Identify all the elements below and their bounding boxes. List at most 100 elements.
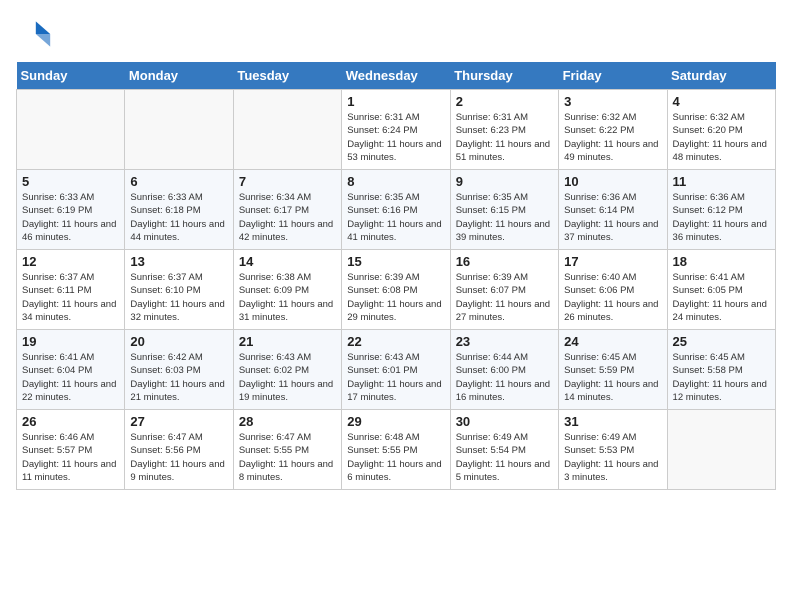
day-cell: 8 Sunrise: 6:35 AM Sunset: 6:16 PM Daylig… bbox=[342, 170, 450, 250]
day-cell: 10Sunrise: 6:36 AM Sunset: 6:14 PM Dayli… bbox=[559, 170, 667, 250]
weekday-header-sunday: Sunday bbox=[17, 62, 125, 90]
day-number: 13 bbox=[130, 254, 227, 269]
day-cell: 4 Sunrise: 6:32 AM Sunset: 6:20 PM Daylig… bbox=[667, 90, 775, 170]
day-info: Sunrise: 6:41 AM Sunset: 6:04 PM Dayligh… bbox=[22, 351, 119, 404]
day-number: 21 bbox=[239, 334, 336, 349]
day-cell: 22 Sunrise: 6:43 AM Sunset: 6:01 PM Dayli… bbox=[342, 330, 450, 410]
day-info: Sunrise: 6:39 AM Sunset: 6:08 PM Dayligh… bbox=[347, 271, 444, 324]
day-cell: 24 Sunrise: 6:45 AM Sunset: 5:59 PM Dayli… bbox=[559, 330, 667, 410]
day-number: 15 bbox=[347, 254, 444, 269]
weekday-header-monday: Monday bbox=[125, 62, 233, 90]
weekday-header-row: SundayMondayTuesdayWednesdayThursdayFrid… bbox=[17, 62, 776, 90]
day-number: 20 bbox=[130, 334, 227, 349]
day-info: Sunrise: 6:47 AM Sunset: 5:56 PM Dayligh… bbox=[130, 431, 227, 484]
day-info: Sunrise: 6:37 AM Sunset: 6:11 PM Dayligh… bbox=[22, 271, 119, 324]
day-number: 29 bbox=[347, 414, 444, 429]
week-row-3: 19 Sunrise: 6:41 AM Sunset: 6:04 PM Dayli… bbox=[17, 330, 776, 410]
day-cell: 29 Sunrise: 6:48 AM Sunset: 5:55 PM Dayli… bbox=[342, 410, 450, 490]
day-info: Sunrise: 6:41 AM Sunset: 6:05 PM Dayligh… bbox=[673, 271, 770, 324]
day-number: 1 bbox=[347, 94, 444, 109]
day-info: Sunrise: 6:39 AM Sunset: 6:07 PM Dayligh… bbox=[456, 271, 553, 324]
day-info: Sunrise: 6:43 AM Sunset: 6:02 PM Dayligh… bbox=[239, 351, 336, 404]
week-row-4: 26 Sunrise: 6:46 AM Sunset: 5:57 PM Dayli… bbox=[17, 410, 776, 490]
day-cell: 16 Sunrise: 6:39 AM Sunset: 6:07 PM Dayli… bbox=[450, 250, 558, 330]
day-info: Sunrise: 6:31 AM Sunset: 6:23 PM Dayligh… bbox=[456, 111, 553, 164]
day-number: 19 bbox=[22, 334, 119, 349]
day-info: Sunrise: 6:35 AM Sunset: 6:15 PM Dayligh… bbox=[456, 191, 553, 244]
day-info: Sunrise: 6:43 AM Sunset: 6:01 PM Dayligh… bbox=[347, 351, 444, 404]
day-info: Sunrise: 6:35 AM Sunset: 6:16 PM Dayligh… bbox=[347, 191, 444, 244]
weekday-header-tuesday: Tuesday bbox=[233, 62, 341, 90]
header bbox=[16, 16, 776, 52]
day-info: Sunrise: 6:46 AM Sunset: 5:57 PM Dayligh… bbox=[22, 431, 119, 484]
day-cell bbox=[233, 90, 341, 170]
weekday-header-wednesday: Wednesday bbox=[342, 62, 450, 90]
day-cell: 14Sunrise: 6:38 AM Sunset: 6:09 PM Dayli… bbox=[233, 250, 341, 330]
day-info: Sunrise: 6:31 AM Sunset: 6:24 PM Dayligh… bbox=[347, 111, 444, 164]
day-number: 12 bbox=[22, 254, 119, 269]
day-cell: 15 Sunrise: 6:39 AM Sunset: 6:08 PM Dayli… bbox=[342, 250, 450, 330]
day-number: 7 bbox=[239, 174, 336, 189]
day-info: Sunrise: 6:40 AM Sunset: 6:06 PM Dayligh… bbox=[564, 271, 661, 324]
day-number: 26 bbox=[22, 414, 119, 429]
calendar-container: SundayMondayTuesdayWednesdayThursdayFrid… bbox=[0, 0, 792, 612]
logo-icon bbox=[16, 16, 52, 52]
day-info: Sunrise: 6:49 AM Sunset: 5:54 PM Dayligh… bbox=[456, 431, 553, 484]
day-info: Sunrise: 6:34 AM Sunset: 6:17 PM Dayligh… bbox=[239, 191, 336, 244]
day-cell: 28Sunrise: 6:47 AM Sunset: 5:55 PM Dayli… bbox=[233, 410, 341, 490]
day-number: 25 bbox=[673, 334, 770, 349]
day-cell: 30Sunrise: 6:49 AM Sunset: 5:54 PM Dayli… bbox=[450, 410, 558, 490]
day-cell: 5 Sunrise: 6:33 AM Sunset: 6:19 PM Daylig… bbox=[17, 170, 125, 250]
week-row-2: 12 Sunrise: 6:37 AM Sunset: 6:11 PM Dayli… bbox=[17, 250, 776, 330]
day-cell: 25 Sunrise: 6:45 AM Sunset: 5:58 PM Dayli… bbox=[667, 330, 775, 410]
day-number: 9 bbox=[456, 174, 553, 189]
week-row-1: 5 Sunrise: 6:33 AM Sunset: 6:19 PM Daylig… bbox=[17, 170, 776, 250]
day-cell bbox=[17, 90, 125, 170]
day-number: 2 bbox=[456, 94, 553, 109]
calendar-table: SundayMondayTuesdayWednesdayThursdayFrid… bbox=[16, 62, 776, 490]
day-info: Sunrise: 6:36 AM Sunset: 6:14 PM Dayligh… bbox=[564, 191, 661, 244]
day-number: 5 bbox=[22, 174, 119, 189]
day-number: 14 bbox=[239, 254, 336, 269]
day-cell bbox=[125, 90, 233, 170]
day-cell: 13 Sunrise: 6:37 AM Sunset: 6:10 PM Dayli… bbox=[125, 250, 233, 330]
day-cell: 27Sunrise: 6:47 AM Sunset: 5:56 PM Dayli… bbox=[125, 410, 233, 490]
day-number: 16 bbox=[456, 254, 553, 269]
day-info: Sunrise: 6:47 AM Sunset: 5:55 PM Dayligh… bbox=[239, 431, 336, 484]
day-number: 8 bbox=[347, 174, 444, 189]
day-cell: 7 Sunrise: 6:34 AM Sunset: 6:17 PM Daylig… bbox=[233, 170, 341, 250]
day-info: Sunrise: 6:32 AM Sunset: 6:20 PM Dayligh… bbox=[673, 111, 770, 164]
weekday-header-thursday: Thursday bbox=[450, 62, 558, 90]
day-info: Sunrise: 6:45 AM Sunset: 5:58 PM Dayligh… bbox=[673, 351, 770, 404]
week-row-0: 1 Sunrise: 6:31 AM Sunset: 6:24 PM Daylig… bbox=[17, 90, 776, 170]
day-cell: 31Sunrise: 6:49 AM Sunset: 5:53 PM Dayli… bbox=[559, 410, 667, 490]
weekday-header-saturday: Saturday bbox=[667, 62, 775, 90]
day-cell: 3 Sunrise: 6:32 AM Sunset: 6:22 PM Daylig… bbox=[559, 90, 667, 170]
day-number: 4 bbox=[673, 94, 770, 109]
day-number: 24 bbox=[564, 334, 661, 349]
day-number: 31 bbox=[564, 414, 661, 429]
day-cell: 17 Sunrise: 6:40 AM Sunset: 6:06 PM Dayli… bbox=[559, 250, 667, 330]
day-cell: 20 Sunrise: 6:42 AM Sunset: 6:03 PM Dayli… bbox=[125, 330, 233, 410]
weekday-header-friday: Friday bbox=[559, 62, 667, 90]
day-cell: 26 Sunrise: 6:46 AM Sunset: 5:57 PM Dayli… bbox=[17, 410, 125, 490]
day-info: Sunrise: 6:33 AM Sunset: 6:18 PM Dayligh… bbox=[130, 191, 227, 244]
day-cell: 21 Sunrise: 6:43 AM Sunset: 6:02 PM Dayli… bbox=[233, 330, 341, 410]
day-cell: 6Sunrise: 6:33 AM Sunset: 6:18 PM Daylig… bbox=[125, 170, 233, 250]
day-info: Sunrise: 6:37 AM Sunset: 6:10 PM Dayligh… bbox=[130, 271, 227, 324]
day-cell: 18Sunrise: 6:41 AM Sunset: 6:05 PM Dayli… bbox=[667, 250, 775, 330]
day-number: 17 bbox=[564, 254, 661, 269]
day-info: Sunrise: 6:32 AM Sunset: 6:22 PM Dayligh… bbox=[564, 111, 661, 164]
day-cell bbox=[667, 410, 775, 490]
day-cell: 23Sunrise: 6:44 AM Sunset: 6:00 PM Dayli… bbox=[450, 330, 558, 410]
day-info: Sunrise: 6:44 AM Sunset: 6:00 PM Dayligh… bbox=[456, 351, 553, 404]
day-cell: 2 Sunrise: 6:31 AM Sunset: 6:23 PM Daylig… bbox=[450, 90, 558, 170]
day-cell: 9 Sunrise: 6:35 AM Sunset: 6:15 PM Daylig… bbox=[450, 170, 558, 250]
day-info: Sunrise: 6:45 AM Sunset: 5:59 PM Dayligh… bbox=[564, 351, 661, 404]
day-info: Sunrise: 6:42 AM Sunset: 6:03 PM Dayligh… bbox=[130, 351, 227, 404]
day-number: 22 bbox=[347, 334, 444, 349]
day-info: Sunrise: 6:33 AM Sunset: 6:19 PM Dayligh… bbox=[22, 191, 119, 244]
day-info: Sunrise: 6:48 AM Sunset: 5:55 PM Dayligh… bbox=[347, 431, 444, 484]
logo bbox=[16, 16, 56, 52]
day-number: 3 bbox=[564, 94, 661, 109]
